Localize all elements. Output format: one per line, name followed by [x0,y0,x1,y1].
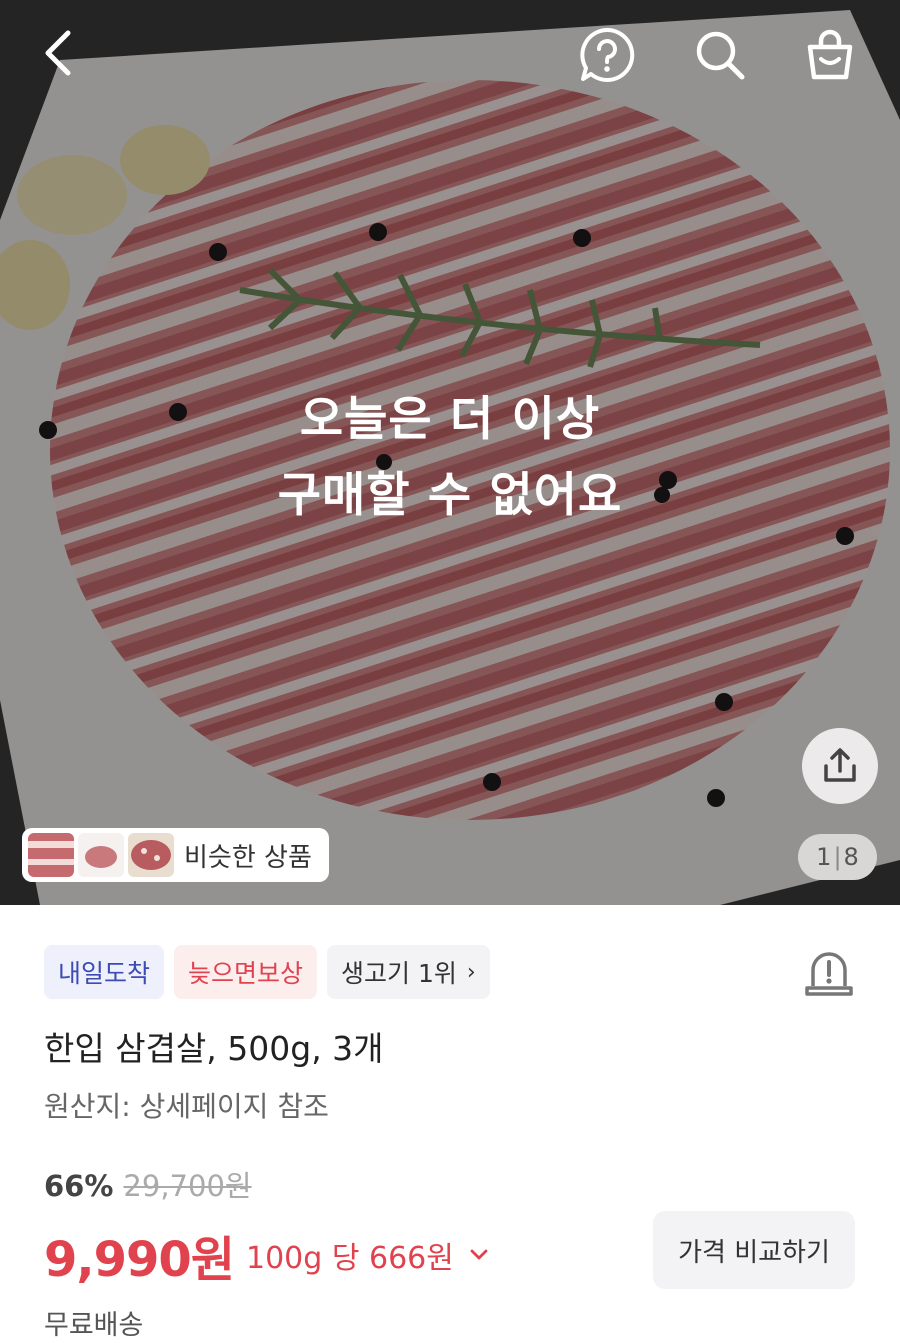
badge-category-rank[interactable]: 생고기 1위 › [327,945,490,999]
soldout-line-2: 구매할 수 없어요 [277,468,623,523]
product-title: 한입 삼겹살, 500g, 3개 [44,1029,384,1068]
chevron-left-icon [45,30,71,76]
badge-next-day-delivery: 내일도착 [44,945,165,999]
similar-thumbnail [128,833,174,877]
price-row: 9,990원 100g 당 666원 [44,1220,490,1290]
help-button[interactable] [577,25,637,85]
sale-price: 9,990원 [44,1232,235,1288]
similar-products-label: 비슷한 상품 [184,842,312,873]
price-compare-button[interactable]: 가격 비교하기 [653,1211,855,1289]
image-page-counter: 1 | 8 [798,834,877,880]
cart-button[interactable] [800,25,860,85]
search-icon [696,31,745,80]
page-current: 1 [816,843,832,871]
chevron-right-icon: › [466,959,476,985]
discount-rate: 66% [44,1169,114,1203]
soldout-line-1: 오늘은 더 이상 [299,392,601,447]
question-bubble-icon [580,27,635,82]
soldout-message: 오늘은 더 이상 구매할 수 없어요 [0,382,900,534]
back-button[interactable] [30,25,86,81]
search-button[interactable] [690,25,750,85]
similar-products-button[interactable]: 비슷한 상품 [22,828,329,882]
rank-label: 생고기 1위 [341,959,457,988]
page-separator: | [833,843,842,871]
share-button[interactable] [802,728,878,804]
badge-row: 내일도착 늦으면보상 생고기 1위 › [44,945,490,999]
similar-thumbnail [78,833,124,877]
shopping-bag-icon [807,29,853,80]
discount-row: 66% 29,700원 [44,1163,252,1205]
similar-thumbnail [28,833,74,877]
restock-alert-button[interactable] [803,944,855,998]
alarm-bell-icon [805,952,853,996]
share-icon [824,748,856,782]
product-origin: 원산지: 상세페이지 참조 [44,1090,329,1123]
page-total: 8 [843,843,859,871]
product-image-carousel[interactable]: 오늘은 더 이상 구매할 수 없어요 비슷한 상품 1 | 8 [0,0,900,905]
original-price: 29,700원 [123,1169,252,1203]
shipping-info: 무료배송 [44,1310,144,1341]
top-nav-bar [0,0,900,110]
badge-late-compensation: 늦으면보상 [174,945,318,999]
chevron-down-icon[interactable] [468,1244,490,1266]
unit-price[interactable]: 100g 당 666원 [246,1233,454,1277]
